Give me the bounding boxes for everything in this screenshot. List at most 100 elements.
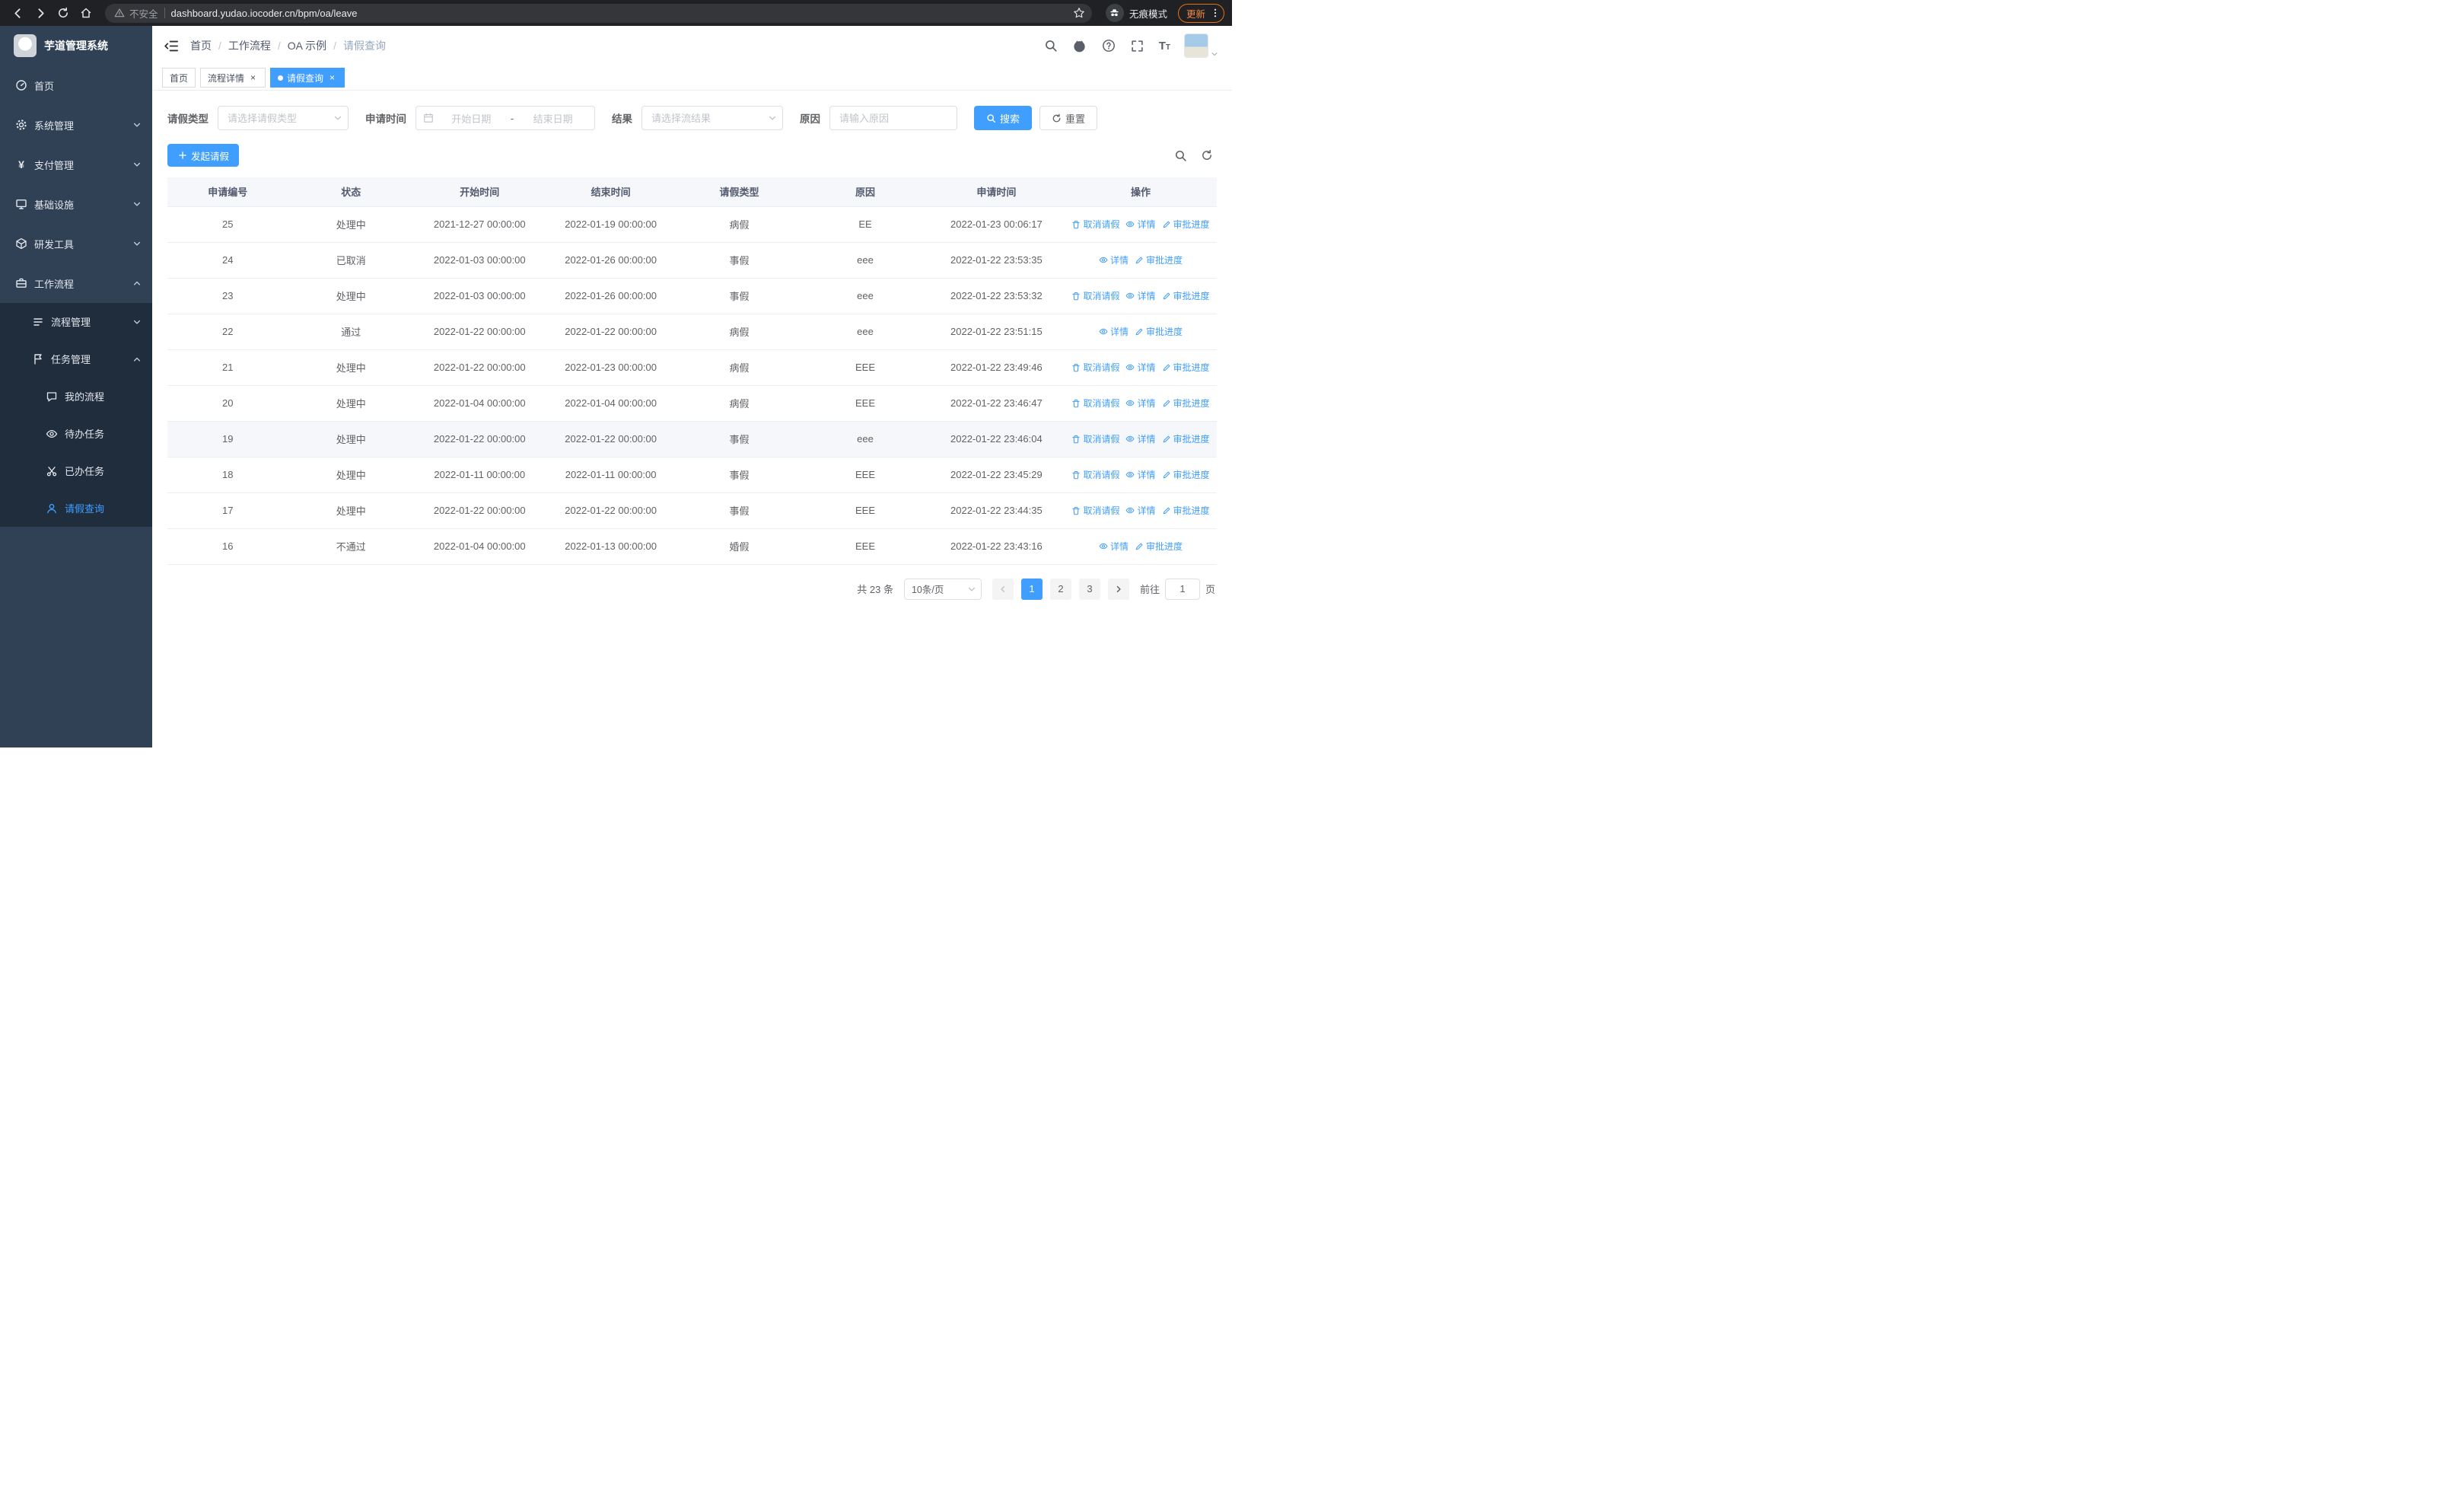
search-icon[interactable] (1043, 38, 1059, 53)
leave-type-input[interactable] (218, 106, 349, 130)
avatar[interactable] (1184, 33, 1208, 58)
tab-item[interactable]: 流程详情 × (200, 68, 266, 88)
approval-progress-link[interactable]: 审批进度 (1162, 361, 1210, 374)
sidebar-fold-icon[interactable] (163, 37, 180, 54)
leave-type-select[interactable] (218, 106, 349, 130)
sidebar-item[interactable]: 研发工具 (0, 224, 152, 263)
op-label: 取消请假 (1083, 434, 1120, 445)
pager-prev-button[interactable] (992, 578, 1014, 600)
column-header: 开始时间 (414, 177, 546, 207)
search-button[interactable]: 搜索 (974, 106, 1033, 130)
cancel-leave-link[interactable]: 取消请假 (1071, 397, 1119, 410)
apply-time-range-picker[interactable]: 开始日期 - 结束日期 (415, 106, 595, 130)
approval-progress-link[interactable]: 审批进度 (1162, 289, 1210, 302)
approval-progress-link[interactable]: 审批进度 (1135, 253, 1183, 266)
cell-no: 25 (167, 206, 288, 243)
op-label: 审批进度 (1173, 362, 1210, 373)
page-size-select[interactable]: 10条/页 (903, 578, 982, 600)
approval-progress-link[interactable]: 审批进度 (1162, 432, 1210, 445)
detail-link[interactable]: 详情 (1099, 253, 1129, 266)
chevron-up-icon (132, 355, 142, 364)
sidebar-item-label: 工作流程 (34, 278, 75, 290)
sidebar-item[interactable]: ¥ 支付管理 (0, 145, 152, 184)
sidebar-item[interactable]: 流程管理 (0, 303, 152, 340)
approval-progress-link[interactable]: 审批进度 (1162, 468, 1210, 481)
reason-input[interactable] (829, 106, 957, 130)
create-leave-button[interactable]: 发起请假 (167, 144, 240, 167)
breadcrumb-item[interactable]: 工作流程 (228, 38, 271, 53)
op-label: 取消请假 (1083, 470, 1120, 480)
result-select[interactable] (641, 106, 783, 130)
breadcrumb-item[interactable]: 首页 (190, 38, 212, 53)
reload-icon[interactable] (53, 3, 73, 23)
back-icon[interactable] (8, 3, 27, 23)
address-bar[interactable]: 不安全 dashboard.yudao.iocoder.cn/bpm/oa/le… (105, 3, 1092, 23)
detail-link[interactable]: 详情 (1125, 432, 1156, 445)
detail-link[interactable]: 详情 (1125, 397, 1156, 410)
column-header: 操作 (1065, 177, 1217, 207)
font-size-icon[interactable]: TT (1159, 40, 1170, 52)
approval-progress-link[interactable]: 审批进度 (1162, 218, 1210, 231)
bookmark-star-icon[interactable] (1069, 3, 1089, 23)
cancel-leave-link[interactable]: 取消请假 (1071, 361, 1119, 374)
sidebar-item[interactable]: 待办任务 (0, 415, 152, 452)
app-logo[interactable]: 芋道管理系统 (0, 26, 152, 65)
detail-eye-icon (1125, 362, 1135, 371)
sidebar-item[interactable]: 系统管理 (0, 105, 152, 145)
detail-link[interactable]: 详情 (1125, 218, 1156, 231)
result-input[interactable] (641, 106, 783, 130)
pager-next-button[interactable] (1107, 578, 1129, 600)
github-icon[interactable] (1072, 38, 1087, 53)
tab-item[interactable]: 首页 (162, 68, 196, 88)
sidebar-item[interactable]: 工作流程 (0, 263, 152, 303)
cancel-leave-link[interactable]: 取消请假 (1071, 432, 1119, 445)
detail-link[interactable]: 详情 (1125, 504, 1156, 517)
help-icon[interactable] (1101, 38, 1116, 53)
detail-link[interactable]: 详情 (1125, 289, 1156, 302)
cancel-leave-link[interactable]: 取消请假 (1071, 289, 1119, 302)
approval-progress-link[interactable]: 审批进度 (1135, 325, 1183, 338)
sidebar-item[interactable]: 首页 (0, 65, 152, 105)
detail-link[interactable]: 详情 (1099, 325, 1129, 338)
cancel-leave-link[interactable]: 取消请假 (1071, 504, 1119, 517)
pager-page-button[interactable]: 1 (1020, 578, 1043, 600)
tab-close-icon[interactable]: × (248, 73, 258, 83)
detail-link[interactable]: 详情 (1125, 361, 1156, 374)
pen-icon (1135, 327, 1144, 336)
approval-progress-link[interactable]: 审批进度 (1135, 540, 1183, 553)
page-unit-label: 页 (1205, 584, 1215, 595)
table-search-toggle-icon[interactable] (1174, 149, 1187, 162)
pager-page-button[interactable]: 3 (1078, 578, 1100, 600)
home-icon[interactable] (76, 3, 96, 23)
cell-apply-time: 2022-01-22 23:46:04 (928, 421, 1065, 457)
detail-link[interactable]: 详情 (1099, 540, 1129, 553)
reason-field[interactable] (829, 106, 957, 130)
security-chip[interactable]: 不安全 (114, 6, 158, 21)
user-menu[interactable] (1184, 33, 1218, 58)
goto-page-input[interactable] (1164, 578, 1200, 600)
cancel-leave-link[interactable]: 取消请假 (1071, 218, 1119, 231)
sidebar-item[interactable]: 请假查询 (0, 489, 152, 527)
sidebar-item[interactable]: 已办任务 (0, 452, 152, 489)
breadcrumb-item[interactable]: OA 示例 (288, 38, 326, 53)
menu-kebab-icon[interactable] (1210, 8, 1221, 18)
sidebar-item[interactable]: 基础设施 (0, 184, 152, 224)
table-header-row: 申请编号 状态 开始时间 结束时间 请假类型 原因 申请时间 操作 (167, 177, 1217, 207)
reset-button[interactable]: 重置 (1039, 106, 1098, 130)
sidebar-item[interactable]: 任务管理 (0, 340, 152, 378)
update-button[interactable]: 更新 (1177, 3, 1224, 23)
cell-status: 处理中 (288, 421, 415, 457)
cell-end: 2022-01-23 00:00:00 (545, 349, 676, 386)
approval-progress-link[interactable]: 审批进度 (1162, 504, 1210, 517)
table-refresh-icon[interactable] (1201, 149, 1214, 162)
sidebar-item[interactable]: 我的流程 (0, 378, 152, 415)
approval-progress-link[interactable]: 审批进度 (1162, 397, 1210, 410)
tab-active[interactable]: 请假查询 × (270, 68, 345, 88)
detail-link[interactable]: 详情 (1125, 468, 1156, 481)
cancel-leave-link[interactable]: 取消请假 (1071, 468, 1119, 481)
fullscreen-icon[interactable] (1130, 38, 1145, 53)
forward-icon[interactable] (30, 3, 50, 23)
table-row: 22 通过 2022-01-22 00:00:00 2022-01-22 00:00:… (167, 314, 1217, 350)
pager-page-button[interactable]: 2 (1049, 578, 1071, 600)
tab-close-icon[interactable]: × (327, 73, 337, 83)
